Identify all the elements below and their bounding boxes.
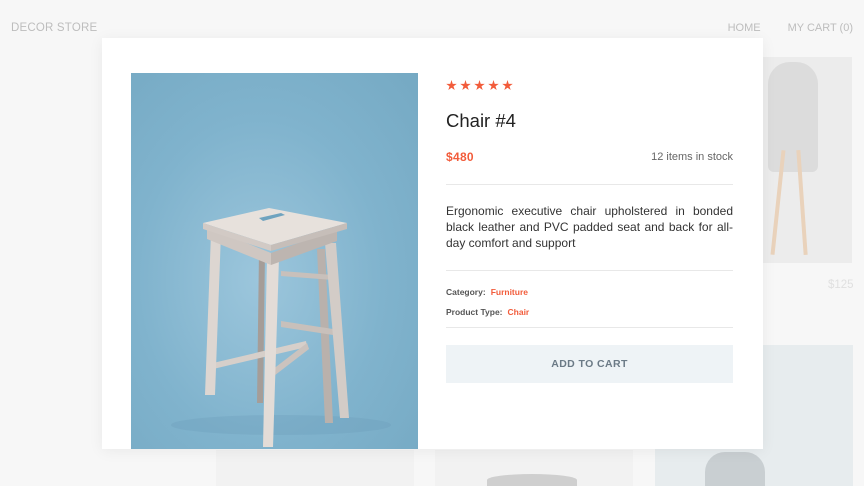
- category-label: Category:: [446, 287, 486, 297]
- top-nav: HOME MY CART (0): [728, 22, 853, 34]
- star-icon: [446, 80, 457, 91]
- category-row: Category: Furniture: [446, 287, 733, 297]
- add-to-cart-button[interactable]: ADD TO CART: [446, 345, 733, 383]
- product-price: $480: [446, 150, 474, 164]
- nav-home-link[interactable]: HOME: [728, 22, 761, 34]
- nav-cart-link[interactable]: MY CART (0): [788, 22, 853, 34]
- product-type-label: Product Type:: [446, 307, 503, 317]
- product-type-row: Product Type: Chair: [446, 307, 733, 317]
- background-product-price: $125: [828, 279, 854, 291]
- category-link[interactable]: Furniture: [491, 287, 528, 297]
- product-image: [131, 73, 418, 449]
- background-chair-image: [487, 474, 577, 486]
- divider: [446, 184, 733, 185]
- product-info-panel: Chair #4 $480 12 items in stock Ergonomi…: [446, 80, 733, 383]
- background-chair-image: [768, 62, 818, 172]
- stock-status: 12 items in stock: [651, 151, 733, 163]
- star-icon: [460, 80, 471, 91]
- star-icon: [474, 80, 485, 91]
- rating-stars: [446, 80, 733, 94]
- product-type-link[interactable]: Chair: [508, 307, 530, 317]
- background-product-card[interactable]: [216, 450, 414, 486]
- divider: [446, 270, 733, 271]
- brand-logo[interactable]: DECOR STORE: [11, 22, 97, 34]
- star-icon: [488, 80, 499, 91]
- product-meta: Category: Furniture Product Type: Chair: [446, 287, 733, 317]
- product-description: Ergonomic executive chair upholstered in…: [446, 204, 733, 250]
- stool-illustration: [171, 208, 391, 447]
- background-chair-image: [705, 452, 765, 486]
- product-quickview-modal: Chair #4 $480 12 items in stock Ergonomi…: [102, 38, 763, 449]
- product-page: DECOR STORE HOME MY CART (0) $125 Chair …: [0, 0, 864, 486]
- price-row: $480 12 items in stock: [446, 150, 733, 164]
- divider: [446, 327, 733, 328]
- product-title: Chair #4: [446, 110, 516, 131]
- star-icon: [502, 80, 513, 91]
